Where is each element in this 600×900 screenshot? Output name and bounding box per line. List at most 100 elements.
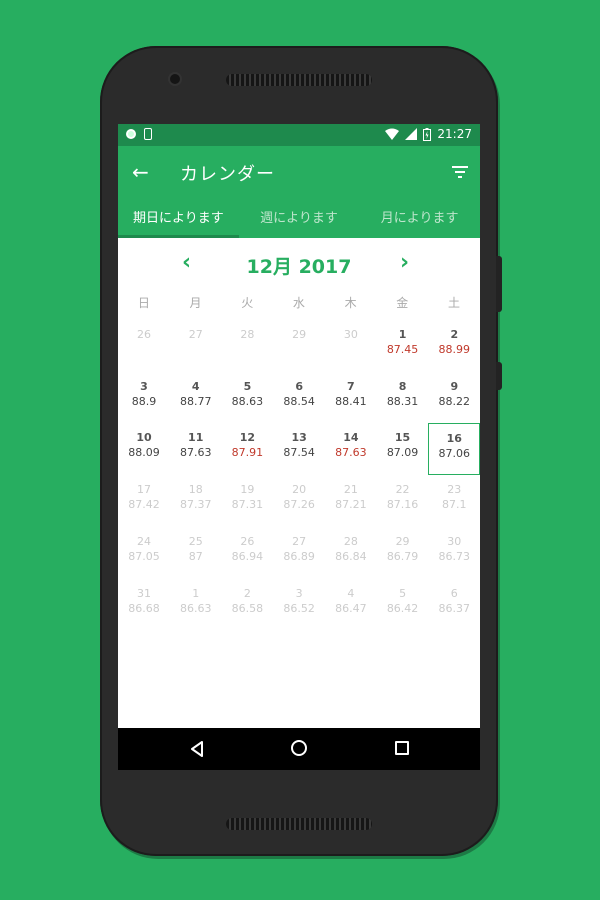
notification-circle-icon <box>126 129 136 139</box>
calendar-day-cell[interactable]: 6 88.54 <box>273 372 325 424</box>
calendar-day-cell[interactable]: 4 88.77 <box>170 372 222 424</box>
day-value: 86.94 <box>231 549 264 563</box>
calendar-day-cell[interactable]: 5 86.42 <box>377 579 429 631</box>
next-month-icon[interactable]: › <box>400 250 409 275</box>
day-number: 4 <box>347 586 355 600</box>
day-number: 25 <box>188 534 203 548</box>
day-number: 5 <box>243 379 252 393</box>
calendar-day-cell[interactable]: 20 87.26 <box>273 475 325 527</box>
calendar-day-cell[interactable]: 10 88.09 <box>118 423 170 475</box>
weekday-label: 水 <box>292 296 305 310</box>
calendar-day-cell[interactable]: 11 87.63 <box>170 423 222 475</box>
calendar-day-cell[interactable]: 2 86.58 <box>221 579 273 631</box>
calendar-day-cell[interactable]: 9 88.22 <box>428 372 480 424</box>
tab-1[interactable]: 週によります <box>239 202 360 238</box>
calendar-day-cell[interactable]: 31 86.68 <box>118 579 170 631</box>
android-nav-bar <box>118 728 480 770</box>
calendar-day-cell[interactable]: 28 <box>221 320 273 372</box>
calendar-day-cell[interactable]: 27 <box>170 320 222 372</box>
day-number: 6 <box>450 586 458 600</box>
calendar-day-cell[interactable]: 1 86.63 <box>170 579 222 631</box>
nav-home-icon[interactable] <box>291 740 307 756</box>
calendar-day-cell[interactable]: 3 88.9 <box>118 372 170 424</box>
top-speaker <box>226 74 372 86</box>
back-arrow-icon[interactable]: ← <box>132 160 149 184</box>
filter-icon[interactable] <box>452 166 468 178</box>
calendar-day-cell[interactable]: 29 86.79 <box>377 527 429 579</box>
day-number: 5 <box>399 586 407 600</box>
day-number: 27 <box>292 534 307 548</box>
calendar-day-cell[interactable]: 13 87.54 <box>273 423 325 475</box>
wifi-icon <box>385 128 400 140</box>
month-navigator: ‹ 12月 2017 › <box>118 250 480 278</box>
calendar-day-cell[interactable]: 2 88.99 <box>428 320 480 372</box>
calendar-day-cell[interactable]: 27 86.89 <box>273 527 325 579</box>
day-value: 87 <box>188 549 203 563</box>
calendar-day-cell[interactable]: 30 86.73 <box>428 527 480 579</box>
day-number: 26 <box>137 328 151 341</box>
calendar-day-cell[interactable]: 18 87.37 <box>170 475 222 527</box>
day-number: 1 <box>398 328 407 341</box>
calendar-day-cell[interactable]: 23 87.1 <box>428 475 480 527</box>
calendar-day-cell[interactable]: 12 87.91 <box>221 423 273 475</box>
volume-button <box>496 256 502 312</box>
day-number: 12 <box>239 431 256 445</box>
calendar-day-cell[interactable]: 4 86.47 <box>325 579 377 631</box>
calendar-day-cell[interactable]: 14 87.63 <box>325 423 377 475</box>
calendar-day-cell[interactable]: 26 86.94 <box>221 527 273 579</box>
day-value: 87.06 <box>438 447 471 461</box>
day-number: 28 <box>343 534 358 548</box>
tab-0[interactable]: 期日によります <box>118 202 239 238</box>
calendar-day-cell[interactable]: 1 87.45 <box>377 320 429 372</box>
nav-recents-icon[interactable] <box>395 741 409 755</box>
day-number: 6 <box>295 379 303 393</box>
nav-back-icon[interactable] <box>190 741 204 757</box>
calendar-day-cell[interactable]: 7 88.41 <box>325 372 377 424</box>
day-number: 28 <box>240 328 255 341</box>
day-value: 87.21 <box>335 498 367 512</box>
calendar-day-cell[interactable]: 16 87.06 <box>428 423 480 476</box>
calendar-day-cell[interactable]: 28 86.84 <box>325 527 377 579</box>
power-button <box>496 362 502 390</box>
calendar-day-cell[interactable]: 26 <box>118 320 170 372</box>
day-number: 2 <box>450 328 459 341</box>
calendar-day-cell[interactable]: 22 87.16 <box>377 475 429 527</box>
day-value: 86.52 <box>283 601 315 615</box>
month-label: 12月 2017 <box>246 256 352 278</box>
calendar-day-cell[interactable]: 3 86.52 <box>273 579 325 631</box>
day-number: 21 <box>343 483 358 497</box>
tab-2[interactable]: 月によります <box>359 202 480 238</box>
battery-icon <box>423 127 432 141</box>
signal-icon <box>405 128 418 140</box>
calendar-day-cell[interactable]: 19 87.31 <box>221 475 273 527</box>
day-value: 87.45 <box>386 343 419 356</box>
day-value: 86.73 <box>438 549 471 563</box>
weekday-label: 日 <box>137 296 150 310</box>
day-value: 86.47 <box>335 601 367 615</box>
day-number: 29 <box>292 328 307 341</box>
day-value: 87.63 <box>179 446 212 460</box>
calendar-day-cell[interactable]: 5 88.63 <box>221 372 273 424</box>
calendar-day-cell[interactable]: 21 87.21 <box>325 475 377 527</box>
day-value: 88.09 <box>128 446 160 460</box>
calendar-day-cell[interactable]: 17 87.42 <box>118 475 170 527</box>
calendar-day-cell[interactable]: 29 <box>273 320 325 372</box>
calendar-day-cell[interactable]: 15 87.09 <box>377 423 429 475</box>
day-value: 88.77 <box>179 394 212 408</box>
calendar-day-cell[interactable]: 25 87 <box>170 527 222 579</box>
day-value: 86.68 <box>128 601 160 615</box>
day-value: 86.89 <box>283 549 315 563</box>
day-value: 87.31 <box>231 498 264 512</box>
calendar-day-cell[interactable]: 8 88.31 <box>377 372 429 424</box>
day-number: 3 <box>295 586 303 600</box>
day-value: 86.58 <box>231 601 264 615</box>
calendar-day-cell[interactable]: 30 <box>325 320 377 372</box>
calendar-day-cell[interactable]: 24 87.05 <box>118 527 170 579</box>
day-value: 88.54 <box>283 394 315 408</box>
day-value: 86.37 <box>438 601 471 615</box>
day-value: 88.41 <box>335 394 367 408</box>
calendar-day-cell[interactable]: 6 86.37 <box>428 579 480 631</box>
day-value: 88.31 <box>386 394 419 408</box>
day-value: 86.63 <box>179 601 212 615</box>
day-value: 87.05 <box>128 549 160 563</box>
